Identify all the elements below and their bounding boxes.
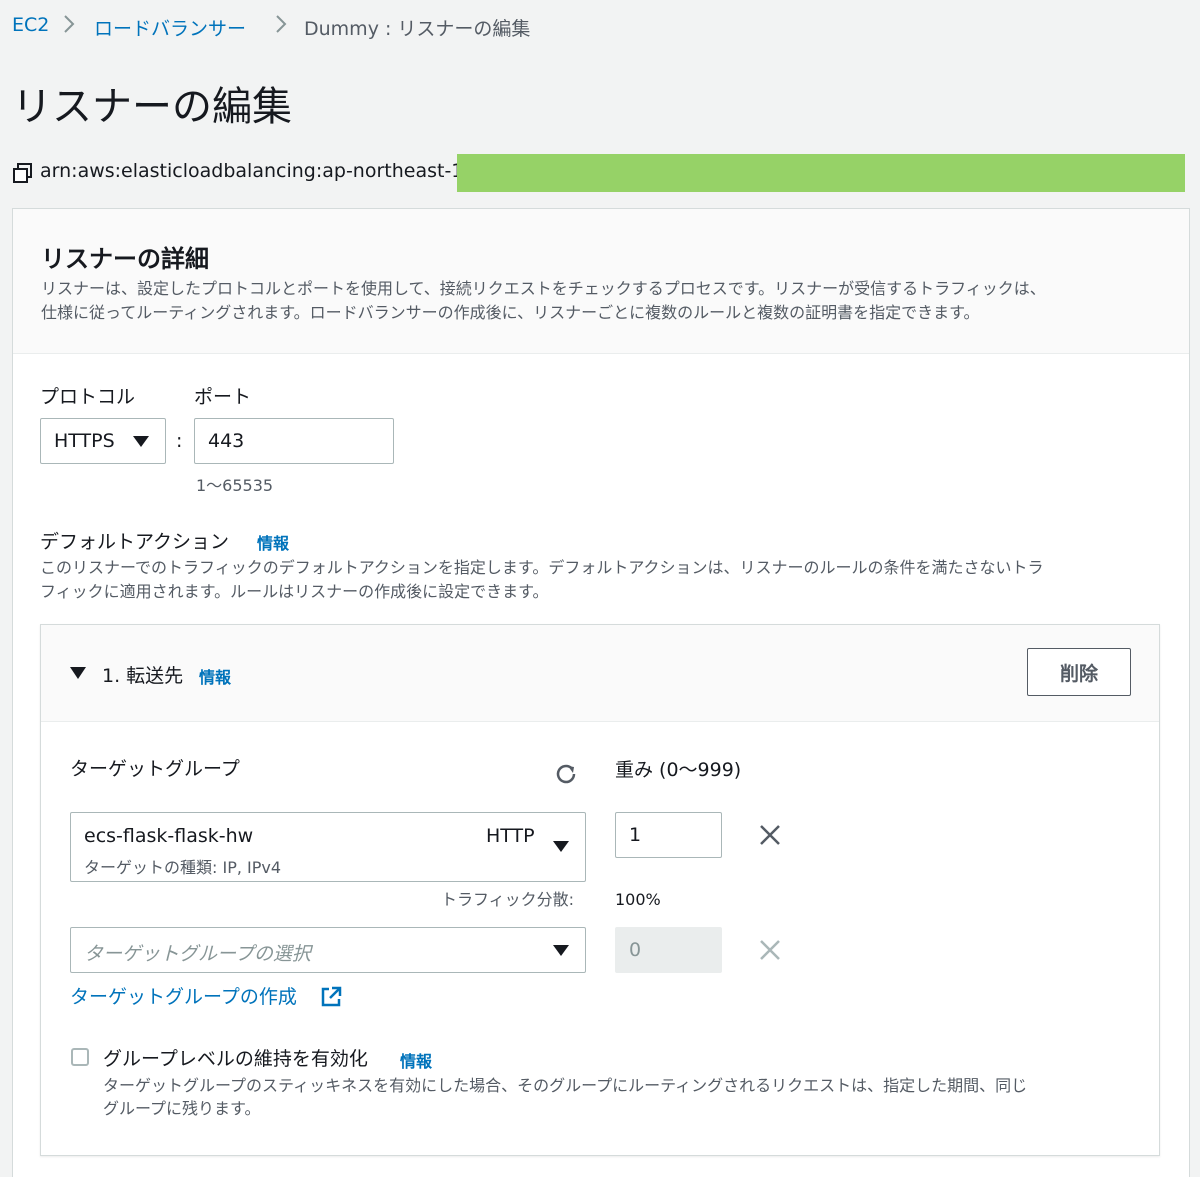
breadcrumb: EC2: [12, 14, 49, 36]
create-target-group-label: ターゲットグループの作成: [70, 986, 297, 1008]
port-separator: :: [176, 430, 183, 452]
delete-button[interactable]: 削除: [1027, 648, 1131, 696]
port-input[interactable]: 443: [194, 418, 394, 464]
weight-value-disabled: 0: [629, 939, 642, 961]
forward-action-header: 1. 転送先 情報 削除: [41, 625, 1159, 722]
traffic-value: 100%: [615, 890, 661, 909]
protocol-select[interactable]: HTTPS: [40, 418, 166, 464]
protocol-value: HTTPS: [54, 430, 115, 452]
chevron-right-icon: [274, 12, 288, 41]
caret-down-icon[interactable]: [70, 667, 86, 679]
port-value: 443: [208, 430, 245, 452]
port-label: ポート: [194, 386, 252, 408]
caret-down-icon: [553, 841, 569, 852]
weight-label: 重み (0〜999): [615, 759, 742, 781]
chevron-right-icon: [62, 12, 76, 41]
page-title: リスナーの編集: [12, 84, 292, 130]
forward-action-title[interactable]: 1. 転送先: [102, 661, 183, 688]
stickiness-description-1: ターゲットグループのスティッキネスを有効にした場合、そのグループにルーティングさ…: [103, 1076, 1028, 1095]
default-action-label: デフォルトアクション: [40, 531, 230, 553]
breadcrumb-load-balancers[interactable]: ロードバランサー: [94, 18, 246, 40]
breadcrumb-current: Dummy : リスナーの編集: [304, 18, 531, 40]
default-action-info-link[interactable]: 情報: [257, 530, 289, 554]
refresh-icon[interactable]: [552, 760, 580, 792]
target-group-placeholder: ターゲットグループの選択: [84, 943, 311, 965]
target-group-type: ターゲットの種類: IP, IPv4: [84, 858, 282, 877]
caret-down-icon: [553, 945, 569, 956]
target-group-protocol: HTTP: [486, 825, 535, 847]
panel-title: リスナーの詳細: [41, 245, 209, 273]
weight-input[interactable]: 1: [615, 812, 722, 858]
protocol-label: プロトコル: [40, 386, 136, 408]
weight-value: 1: [629, 824, 642, 846]
arn-text: arn:aws:elasticloadbalancing:ap-northeas…: [40, 160, 470, 182]
close-icon[interactable]: [758, 823, 782, 851]
breadcrumb-ec2[interactable]: EC2: [12, 14, 49, 36]
traffic-label: トラフィック分散:: [441, 890, 575, 909]
target-group-select-empty[interactable]: ターゲットグループの選択: [70, 927, 586, 973]
stickiness-label[interactable]: グループレベルの維持を有効化: [103, 1044, 368, 1071]
panel-description-2: 仕様に従ってルーティングされます。ロードバランサーの作成後に、リスナーごとに複数…: [41, 303, 980, 322]
panel-description-1: リスナーは、設定したプロトコルとポートを使用して、接続リクエストをチェックするプ…: [41, 279, 1046, 298]
weight-input-disabled: 0: [615, 927, 722, 973]
target-group-select[interactable]: ecs-flask-flask-hw HTTP ターゲットの種類: IP, IP…: [70, 812, 586, 882]
copy-icon[interactable]: [12, 162, 34, 184]
create-target-group-link[interactable]: ターゲットグループの作成: [70, 982, 297, 1009]
stickiness-description-2: グループに残ります。: [103, 1099, 261, 1118]
external-link-icon[interactable]: [319, 985, 343, 1013]
stickiness-checkbox[interactable]: [71, 1048, 89, 1066]
redacted-block: [457, 154, 1185, 192]
default-action-description-1: このリスナーでのトラフィックのデフォルトアクションを指定します。デフォルトアクシ…: [40, 558, 1044, 577]
default-action-description-2: フィックに適用されます。ルールはリスナーの作成後に設定できます。: [40, 582, 549, 601]
forward-info-link[interactable]: 情報: [199, 664, 231, 688]
close-icon: [758, 938, 782, 966]
port-hint: 1〜65535: [196, 476, 274, 495]
target-group-name: ecs-flask-flask-hw: [84, 825, 254, 847]
caret-down-icon: [133, 436, 149, 447]
target-group-label: ターゲットグループ: [70, 758, 240, 780]
panel-header: リスナーの詳細 リスナーは、設定したプロトコルとポートを使用して、接続リクエスト…: [13, 209, 1189, 354]
stickiness-info-link[interactable]: 情報: [400, 1048, 432, 1072]
